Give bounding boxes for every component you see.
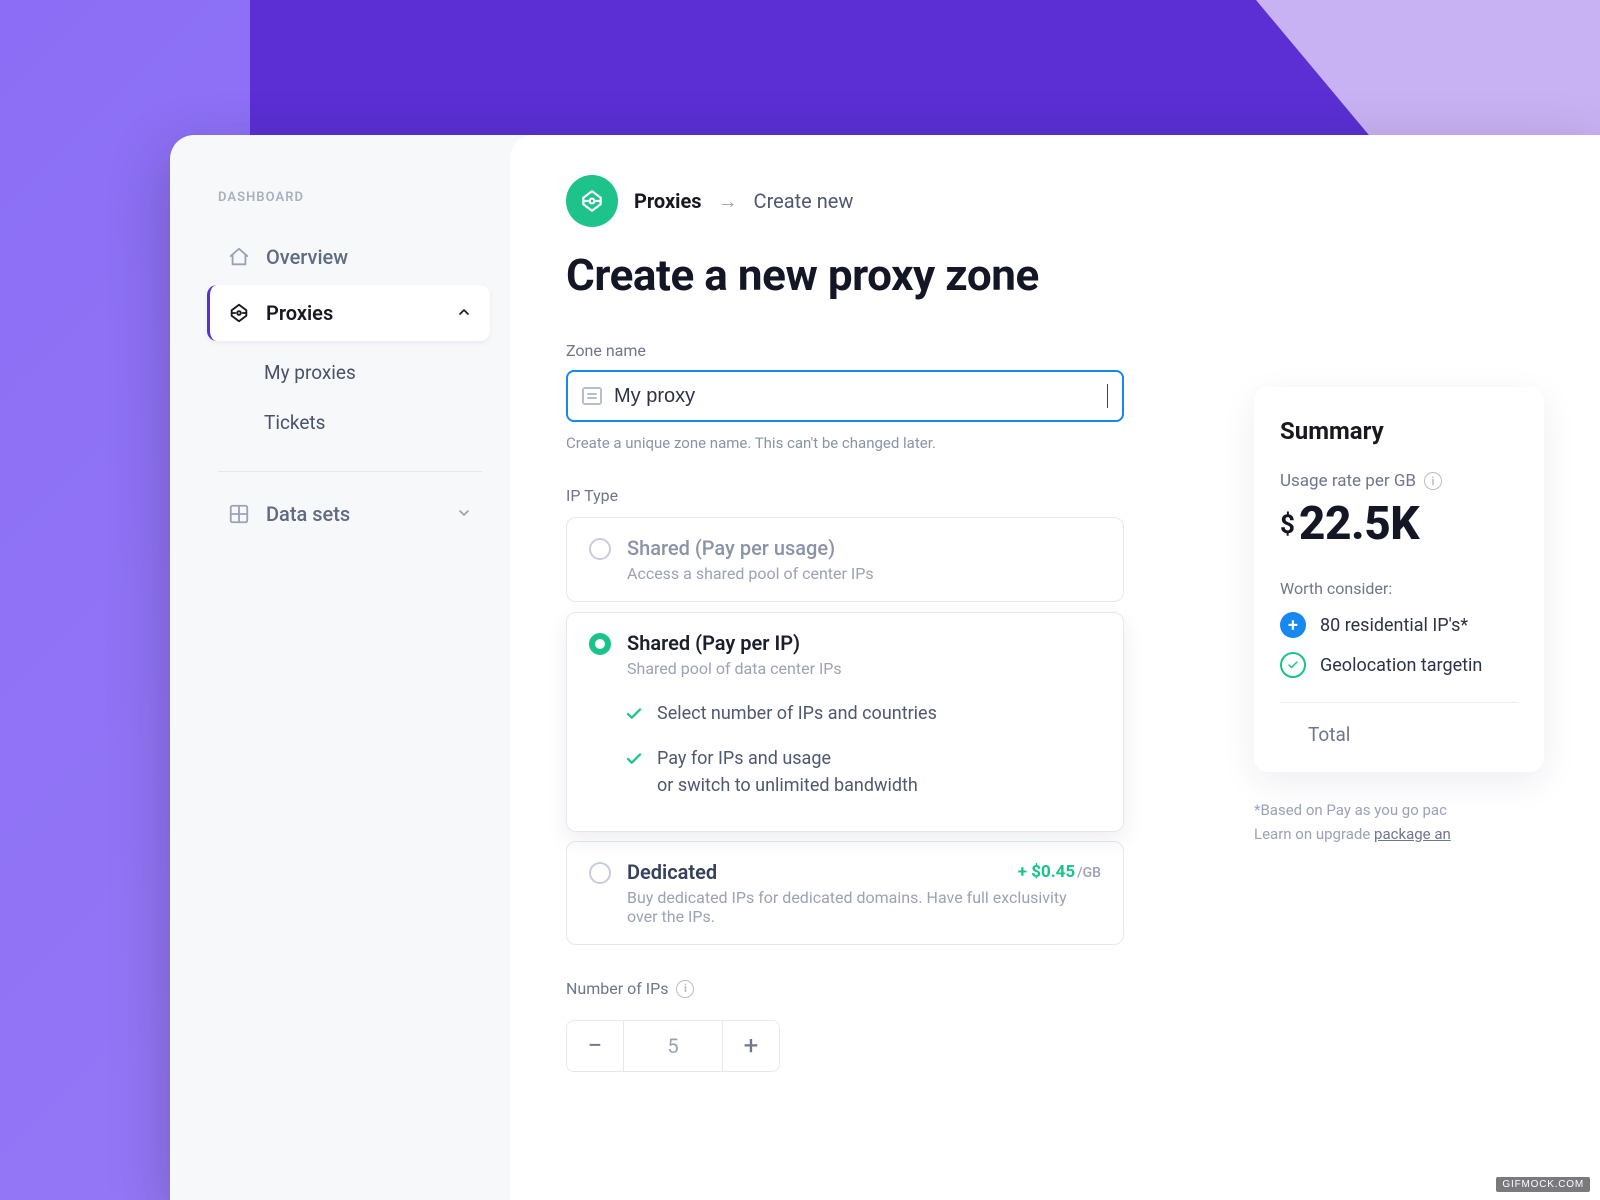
summary-column: Summary Usage rate per GB i $ 22.5K Wort… [1254, 341, 1544, 846]
radio-icon-selected [589, 633, 611, 655]
check-icon [625, 704, 643, 731]
sidebar-subitem-my-proxies[interactable]: My proxies [264, 347, 490, 397]
main-content: Proxies → Create new Create a new proxy … [510, 135, 1600, 1200]
option-desc: Access a shared pool of center IPs [627, 564, 874, 583]
summary-card: Summary Usage rate per GB i $ 22.5K Wort… [1254, 387, 1544, 772]
option-title: Shared (Pay per IP) [627, 631, 842, 655]
check-icon [625, 749, 643, 776]
worth-item-residential[interactable]: + 80 residential IP's* [1280, 612, 1518, 638]
breadcrumb-current: Create new [754, 189, 854, 213]
usage-rate-label: Usage rate per GB i [1280, 471, 1518, 491]
breadcrumb-root[interactable]: Proxies [634, 189, 702, 213]
option-desc: Shared pool of data center IPs [627, 659, 842, 678]
usage-rate-value: $ 22.5K [1280, 497, 1518, 551]
sidebar-item-overview[interactable]: Overview [210, 229, 490, 285]
check-circle-icon [1280, 652, 1306, 678]
datasets-icon [228, 503, 250, 525]
option-shared-ip[interactable]: Shared (Pay per IP) Shared pool of data … [566, 612, 1124, 832]
radio-icon [589, 538, 611, 560]
package-link[interactable]: package an [1374, 825, 1451, 843]
sidebar-heading: DASHBOARD [218, 190, 490, 205]
proxy-icon [228, 302, 250, 324]
worth-item-geolocation[interactable]: Geolocation targetin [1280, 652, 1518, 678]
sidebar-divider [218, 471, 482, 472]
stepper-value[interactable]: 5 [623, 1021, 723, 1071]
radio-icon [589, 862, 611, 884]
number-of-ips-label: Number of IPs i [566, 979, 1124, 998]
sidebar-item-proxies[interactable]: Proxies [207, 285, 490, 341]
ip-type-label: IP Type [566, 486, 1124, 505]
sidebar-subitem-tickets[interactable]: Tickets [264, 397, 490, 447]
summary-divider [1280, 702, 1518, 703]
zone-name-input[interactable] [614, 385, 1095, 408]
option-title: Shared (Pay per usage) [627, 536, 874, 560]
stepper-decrement[interactable]: − [567, 1021, 623, 1071]
nav-label: Data sets [266, 502, 350, 526]
worth-consider-label: Worth consider: [1280, 579, 1518, 598]
info-icon[interactable]: i [1424, 472, 1442, 490]
arrow-right-icon: → [718, 189, 738, 214]
home-icon [228, 246, 250, 268]
feature-text: Pay for IPs and usage or switch to unlim… [657, 745, 918, 799]
option-title: Dedicated [627, 860, 717, 884]
card-icon [582, 387, 602, 405]
nav-label: Overview [266, 245, 348, 269]
sidebar-submenu: My proxies Tickets [210, 341, 490, 457]
zone-name-label: Zone name [566, 341, 1124, 360]
option-dedicated[interactable]: Dedicated + $0.45/GB Buy dedicated IPs f… [566, 841, 1124, 945]
info-icon[interactable]: i [676, 980, 694, 998]
option-features: Select number of IPs and countries Pay f… [589, 700, 1101, 799]
breadcrumb-icon [566, 175, 618, 227]
sidebar-item-datasets[interactable]: Data sets [210, 486, 490, 542]
nav-label: Proxies [266, 301, 333, 325]
breadcrumb: Proxies → Create new [566, 175, 1544, 227]
number-of-ips-stepper: − 5 + [566, 1020, 780, 1072]
chevron-up-icon [456, 301, 472, 325]
zone-name-helper: Create a unique zone name. This can't be… [566, 434, 1124, 452]
chevron-down-icon [456, 502, 472, 526]
text-cursor [1107, 384, 1109, 408]
option-price: + $0.45/GB [1018, 862, 1101, 882]
total-label: Total [1280, 723, 1518, 746]
option-desc: Buy dedicated IPs for dedicated domains.… [627, 888, 1101, 926]
sidebar: DASHBOARD Overview Proxies My proxies Ti… [170, 135, 510, 1200]
ip-type-radio-group: Shared (Pay per usage) Access a shared p… [566, 517, 1124, 945]
option-shared-usage[interactable]: Shared (Pay per usage) Access a shared p… [566, 517, 1124, 602]
page-title: Create a new proxy zone [566, 249, 1544, 301]
summary-footnote: *Based on Pay as you go pac Learn on upg… [1254, 798, 1534, 846]
summary-title: Summary [1280, 417, 1518, 445]
zone-name-input-wrap[interactable] [566, 370, 1124, 422]
watermark: GIFMOCK.COM [1496, 1177, 1590, 1192]
plus-icon: + [1280, 612, 1306, 638]
stepper-increment[interactable]: + [723, 1021, 779, 1071]
app-window: DASHBOARD Overview Proxies My proxies Ti… [170, 135, 1600, 1200]
feature-text: Select number of IPs and countries [657, 700, 937, 727]
